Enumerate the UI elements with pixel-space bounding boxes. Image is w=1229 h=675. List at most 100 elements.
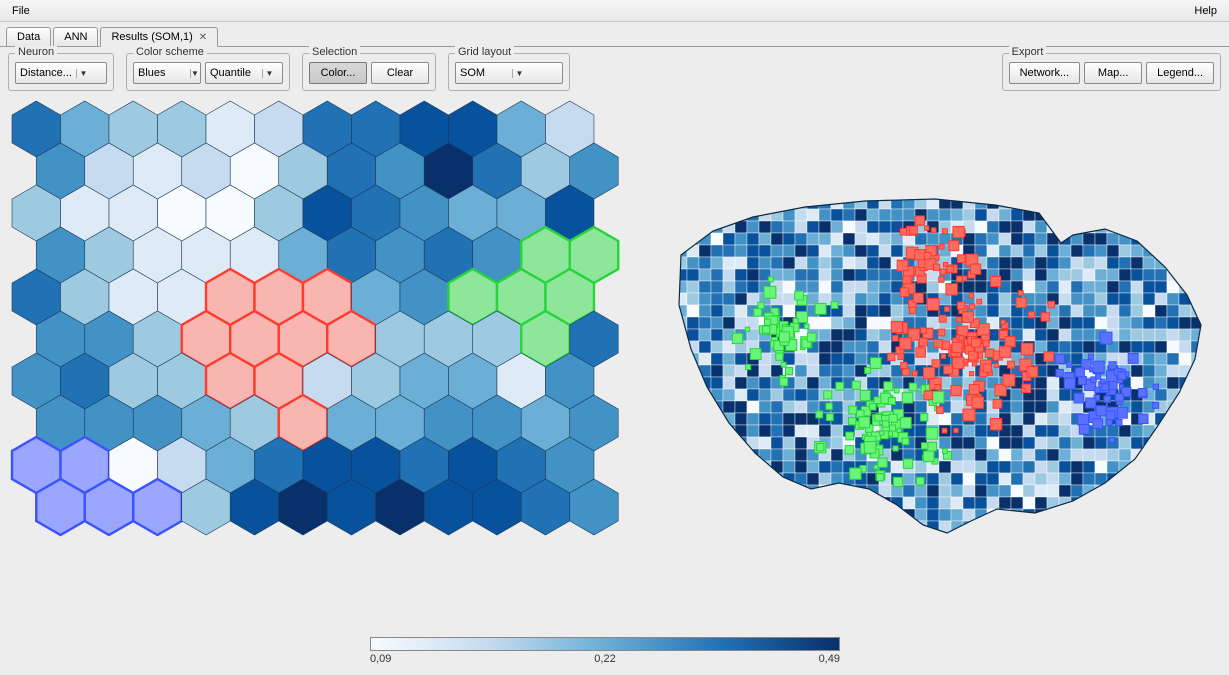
export-network-button[interactable]: Network... [1009, 62, 1081, 84]
county-cell [1191, 509, 1203, 521]
county-cell [1107, 449, 1119, 461]
county-cell [1047, 329, 1059, 341]
group-gridlayout: Grid layout SOM ▼ [448, 53, 570, 91]
county-cell [939, 209, 951, 221]
county-cell [903, 485, 915, 497]
highlight-cell [946, 284, 957, 295]
highlight-cell [939, 277, 944, 282]
county-cell [1095, 509, 1107, 521]
county-cell [1167, 197, 1179, 209]
county-cell [1143, 293, 1155, 305]
highlight-cell [900, 338, 911, 349]
county-cell [675, 197, 687, 209]
tab-data[interactable]: Data [6, 27, 51, 46]
county-cell [747, 413, 759, 425]
county-cell [1035, 437, 1047, 449]
highlight-cell [969, 385, 979, 395]
highlight-cell [1044, 352, 1054, 362]
county-cell [1059, 221, 1071, 233]
county-cell [1203, 341, 1215, 353]
county-cell [735, 497, 747, 509]
county-cell [699, 509, 711, 521]
highlight-cell [953, 357, 964, 368]
tab-ann[interactable]: ANN [53, 27, 98, 46]
colorbar: 0,09 0,22 0,49 [370, 637, 840, 667]
county-cell [1143, 461, 1155, 473]
county-cell [1203, 521, 1215, 533]
county-cell [831, 389, 843, 401]
county-cell [771, 389, 783, 401]
highlight-cell [926, 428, 938, 440]
toolbar: Neuron Distance... ▼ Color scheme Blues … [0, 46, 1229, 95]
close-icon[interactable]: ✕ [199, 32, 207, 43]
county-cell [1179, 461, 1191, 473]
county-cell [843, 521, 855, 533]
county-cell [675, 377, 687, 389]
highlight-cell [1018, 291, 1023, 296]
county-cell [975, 305, 987, 317]
hexgrid-svg[interactable] [8, 97, 628, 617]
county-cell [927, 317, 939, 329]
highlight-cell [942, 428, 947, 433]
county-cell [1035, 497, 1047, 509]
highlight-cell [754, 309, 762, 317]
tab-results[interactable]: Results (SOM,1) ✕ [100, 27, 218, 47]
county-cell [939, 485, 951, 497]
county-cell [1023, 329, 1035, 341]
county-cell [783, 221, 795, 233]
county-cell [1095, 449, 1107, 461]
county-cell [987, 461, 999, 473]
county-cell [1047, 425, 1059, 437]
county-cell [807, 497, 819, 509]
highlight-cell [815, 303, 826, 314]
county-cell [759, 389, 771, 401]
county-cell [1095, 533, 1107, 545]
highlight-cell [888, 353, 895, 360]
gridlayout-select[interactable]: SOM ▼ [455, 62, 563, 84]
county-cell [1143, 233, 1155, 245]
county-cell [1107, 269, 1119, 281]
county-cell [783, 293, 795, 305]
county-cell [903, 533, 915, 545]
county-cell [1071, 197, 1083, 209]
county-cell [1059, 425, 1071, 437]
county-cell [879, 509, 891, 521]
neuron-select[interactable]: Distance... ▼ [15, 62, 107, 84]
county-cell [783, 245, 795, 257]
county-cell [1095, 521, 1107, 533]
county-cell [975, 533, 987, 545]
county-cell [735, 233, 747, 245]
menu-help[interactable]: Help [1188, 3, 1223, 19]
county-cell [999, 473, 1011, 485]
selection-clear-button[interactable]: Clear [371, 62, 429, 84]
county-cell [1083, 473, 1095, 485]
tabbar: Data ANN Results (SOM,1) ✕ [0, 22, 1229, 46]
highlight-cell [922, 443, 928, 449]
method-select[interactable]: Quantile ▼ [205, 62, 283, 84]
county-cell [1179, 209, 1191, 221]
menu-file[interactable]: File [6, 3, 36, 19]
county-cell [747, 425, 759, 437]
county-cell [807, 269, 819, 281]
county-cell [747, 509, 759, 521]
county-cell [819, 533, 831, 545]
county-cell [951, 401, 963, 413]
county-cell [807, 233, 819, 245]
county-cell [807, 425, 819, 437]
palette-select[interactable]: Blues ▼ [133, 62, 201, 84]
selection-color-button[interactable]: Color... [309, 62, 367, 84]
highlight-cell [884, 382, 893, 391]
export-map-button[interactable]: Map... [1084, 62, 1142, 84]
highlight-cell [1106, 419, 1112, 425]
county-cell [1155, 293, 1167, 305]
map-svg[interactable] [635, 157, 1215, 557]
county-cell [999, 485, 1011, 497]
county-cell [819, 377, 831, 389]
export-legend-button[interactable]: Legend... [1146, 62, 1214, 84]
group-export: Export Network... Map... Legend... [1002, 53, 1221, 91]
county-cell [1119, 269, 1131, 281]
county-cell [1191, 233, 1203, 245]
county-cell [795, 389, 807, 401]
county-cell [711, 341, 723, 353]
county-cell [831, 497, 843, 509]
